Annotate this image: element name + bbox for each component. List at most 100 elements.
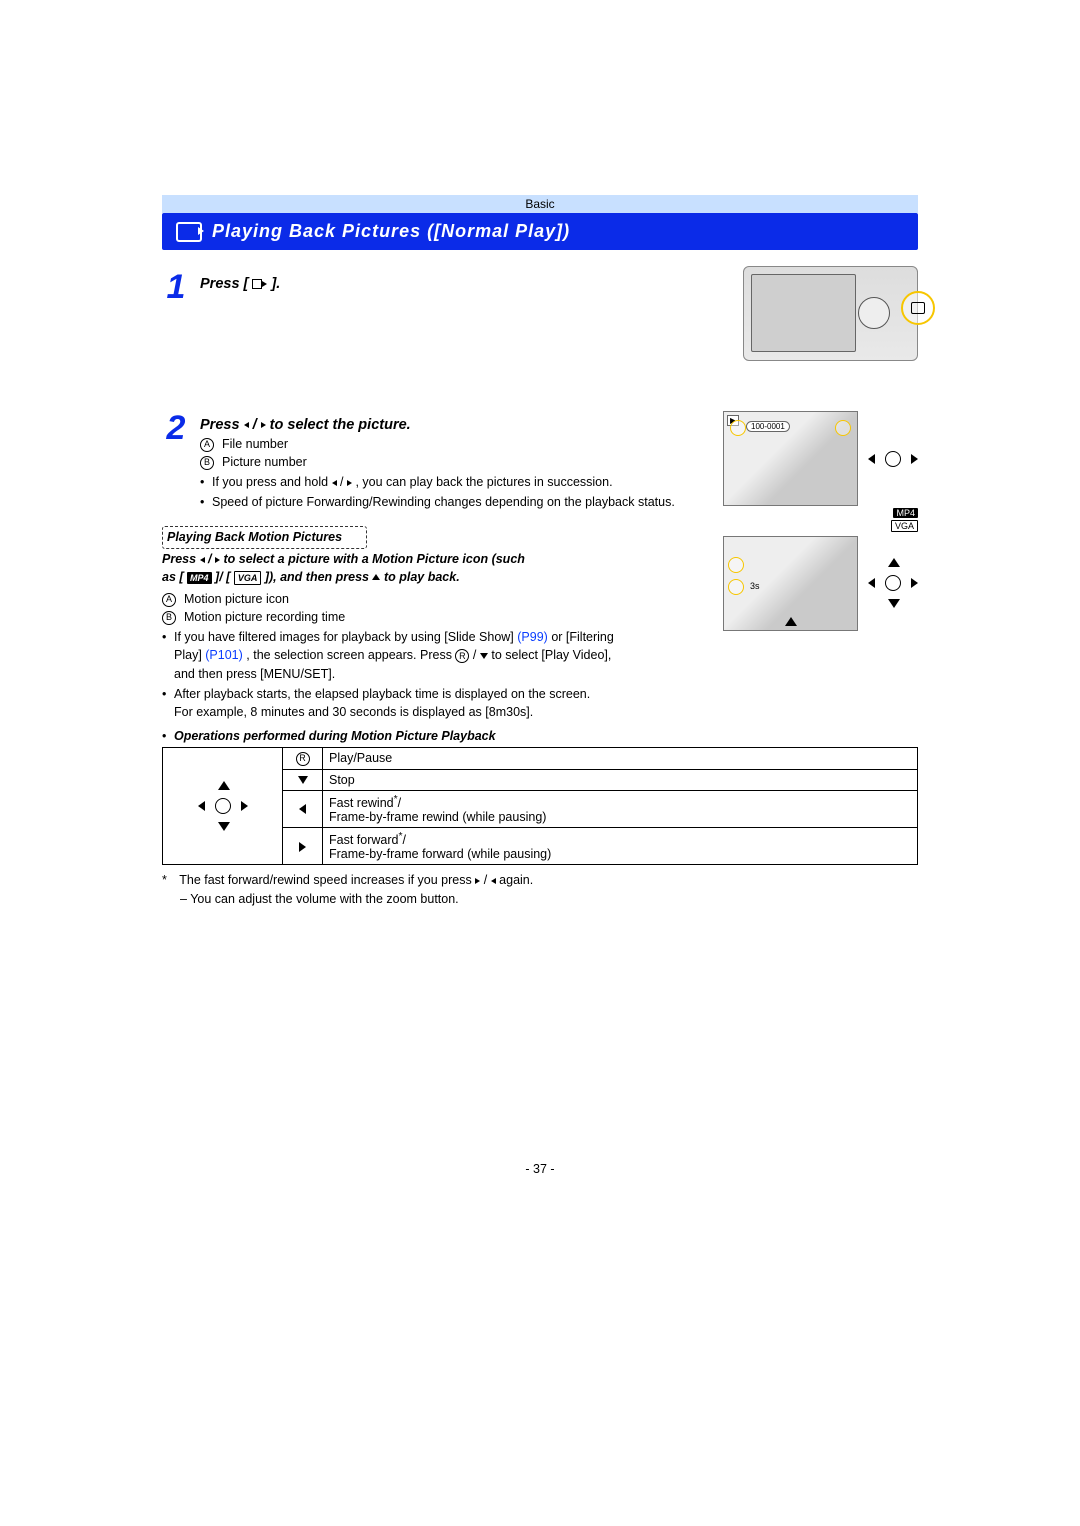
circle-b-icon: B xyxy=(200,456,214,470)
play-triangle-icon xyxy=(262,281,267,287)
marker-b xyxy=(728,579,744,595)
step2-heading: Press / to select the picture. xyxy=(200,417,709,433)
txt: to play back. xyxy=(384,570,460,584)
label-b-row: B Picture number xyxy=(200,453,709,471)
step-number-1: 1 xyxy=(162,270,190,304)
txt: ]), and then press xyxy=(265,570,373,584)
motion-icon-label: Motion picture icon xyxy=(184,590,289,608)
step2-illustration: ▶ 100-0001 xyxy=(723,411,918,506)
txt: After playback starts, the elapsed playb… xyxy=(174,687,590,701)
playback-icon xyxy=(252,279,262,289)
motion-screen-preview: 3s xyxy=(723,536,858,631)
up-triangle-icon xyxy=(372,574,380,580)
right-triangle-icon xyxy=(475,878,480,884)
up-key-icon: R xyxy=(296,752,310,766)
txt: again. xyxy=(499,873,533,887)
step2-bullet-1: • If you press and hold / , you can play… xyxy=(200,473,709,491)
left-triangle-icon xyxy=(491,878,496,884)
step1-suffix: ]. xyxy=(271,276,280,292)
asterisk-mark: * xyxy=(162,871,176,890)
left-key-icon xyxy=(299,804,306,814)
operations-section: • Operations performed during Motion Pic… xyxy=(162,727,918,909)
camera-illustration xyxy=(743,266,918,361)
up-arrow-icon xyxy=(218,781,230,790)
page-title: Playing Back Pictures ([Normal Play]) xyxy=(212,221,570,242)
table-row: R Play/Pause xyxy=(163,748,918,770)
stop-label: Stop xyxy=(323,769,918,790)
txt: [ xyxy=(226,570,230,584)
txt: If you have filtered images for playback… xyxy=(174,630,517,644)
step-number-2: 2 xyxy=(162,411,190,445)
txt: / xyxy=(253,417,257,433)
file-number-badge: 100-0001 xyxy=(746,421,790,432)
txt: / xyxy=(484,873,487,887)
frame-forward-label: Frame-by-frame forward (while pausing) xyxy=(329,847,551,861)
motion-bullet-2: • After playback starts, the elapsed pla… xyxy=(162,685,632,721)
step-1: 1 Press [ ]. xyxy=(162,270,729,304)
circle-r-icon: R xyxy=(455,649,469,663)
left-arrow-icon xyxy=(868,578,875,588)
txt: Press xyxy=(200,417,244,433)
right-arrow-icon xyxy=(911,578,918,588)
motion-heading: Playing Back Motion Pictures xyxy=(167,529,362,547)
down-triangle-icon xyxy=(480,653,488,659)
txt: , you can play back the pictures in succ… xyxy=(355,475,612,489)
dpad-full-icon xyxy=(868,558,918,608)
frame-rewind-label: Frame-by-frame rewind (while pausing) xyxy=(329,810,546,824)
step-2: 2 Press / to select the picture. A File … xyxy=(162,411,709,512)
left-arrow-icon xyxy=(868,454,875,464)
circle-b-icon: B xyxy=(162,611,176,625)
motion-bullet-1: • If you have filtered images for playba… xyxy=(162,628,632,682)
page-title-bar: Playing Back Pictures ([Normal Play]) xyxy=(162,213,918,250)
circle-a-icon: A xyxy=(162,593,176,607)
step2-bullet-2: • Speed of picture Forwarding/Rewinding … xyxy=(200,493,709,511)
motion-label-a: A Motion picture icon xyxy=(162,590,709,608)
vga-badge: VGA xyxy=(891,520,918,532)
right-key-icon xyxy=(299,842,306,852)
dpad-full-icon xyxy=(198,781,248,831)
step1-heading: Press [ ]. xyxy=(200,276,729,292)
up-arrow-icon xyxy=(888,558,900,567)
fast-rewind-label: Fast rewind xyxy=(329,796,394,810)
play-pause-label: Play/Pause xyxy=(323,748,918,770)
txt: / xyxy=(340,475,343,489)
volume-note: – You can adjust the volume with the zoo… xyxy=(162,890,918,909)
controls-table: R Play/Pause Stop Fast rewind*/ Frame-by… xyxy=(162,747,918,865)
up-indicator-icon xyxy=(785,617,797,626)
label-a-row: A File number xyxy=(200,435,709,453)
marker-b xyxy=(835,420,851,436)
right-arrow-icon xyxy=(241,801,248,811)
marker-a xyxy=(730,420,746,436)
motion-time-label: Motion picture recording time xyxy=(184,608,345,626)
txt: / xyxy=(473,648,476,662)
asterisk: * xyxy=(398,831,402,842)
motion-instruction: Press / to select a picture with a Motio… xyxy=(162,551,542,586)
screen-preview: ▶ 100-0001 xyxy=(723,411,858,506)
left-triangle-icon xyxy=(332,480,337,486)
link-p101[interactable]: (P101) xyxy=(205,648,243,662)
right-arrow-icon xyxy=(911,454,918,464)
txt: ]/ xyxy=(215,570,223,584)
mp4-badge: MP4 xyxy=(893,508,918,518)
playback-icon xyxy=(176,222,202,242)
motion-label-b: B Motion picture recording time xyxy=(162,608,709,626)
picture-number-label: Picture number xyxy=(222,453,307,471)
motion-subsection-box: Playing Back Motion Pictures xyxy=(162,526,367,550)
link-p99[interactable]: (P99) xyxy=(517,630,548,644)
marker-a xyxy=(728,557,744,573)
vga-badge: VGA xyxy=(234,571,262,586)
rec-time: 3s xyxy=(750,581,760,591)
step1-prefix: Press [ xyxy=(200,276,248,292)
section-header: Basic xyxy=(162,195,918,213)
asterisk: * xyxy=(394,794,398,805)
fast-forward-label: Fast forward xyxy=(329,833,398,847)
circle-a-icon: A xyxy=(200,438,214,452)
left-triangle-icon xyxy=(200,557,205,563)
txt: For example, 8 minutes and 30 seconds is… xyxy=(174,705,533,719)
txt: Press xyxy=(162,552,200,566)
txt: / xyxy=(208,552,211,566)
txt: to select the picture. xyxy=(270,417,411,433)
txt: The fast forward/rewind speed increases … xyxy=(179,873,475,887)
dpad-left-right-icon xyxy=(868,434,918,484)
down-key-icon xyxy=(298,776,308,784)
